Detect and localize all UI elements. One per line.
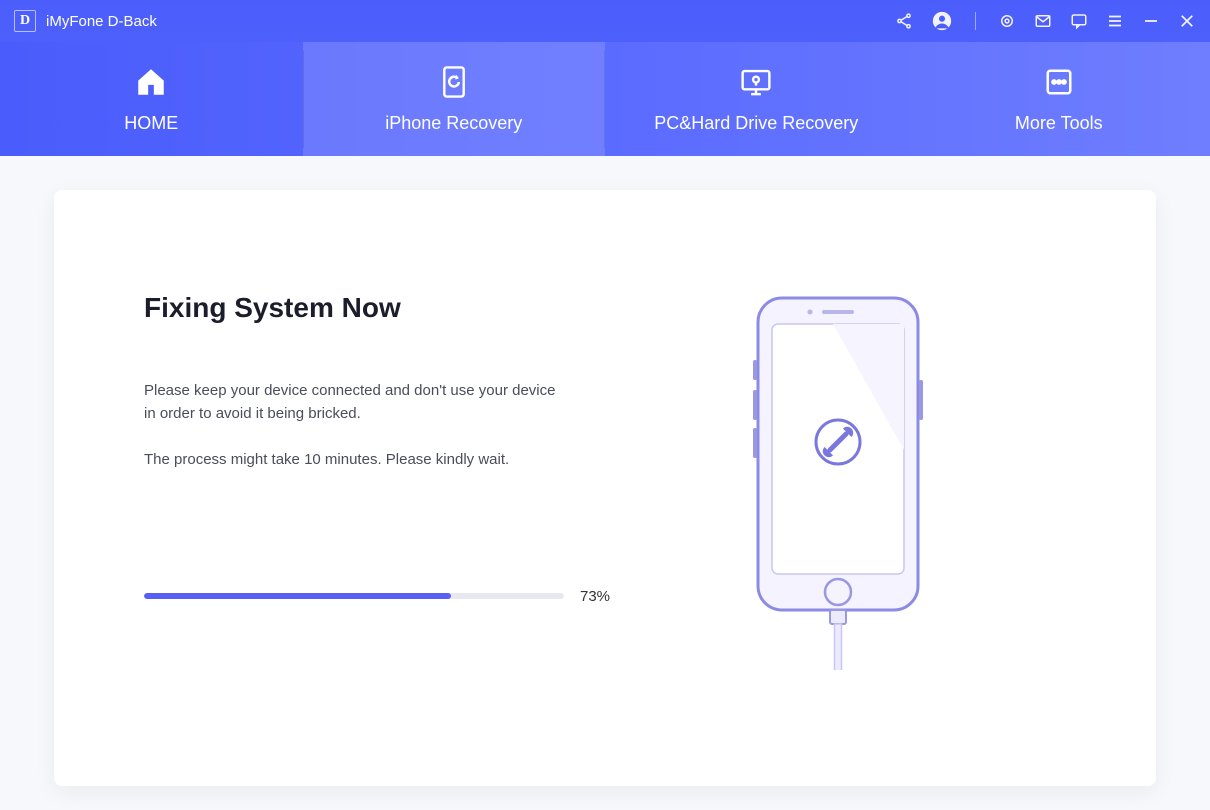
close-icon[interactable]: [1178, 12, 1196, 30]
tab-iphone-label: iPhone Recovery: [385, 113, 522, 134]
monitor-icon: [739, 65, 773, 99]
instruction-text-1: Please keep your device connected and do…: [144, 380, 564, 425]
illustration-panel: [610, 250, 1066, 726]
status-panel: Fixing System Now Please keep your devic…: [144, 250, 610, 726]
progress-bar: [144, 593, 564, 599]
main-card: Fixing System Now Please keep your devic…: [54, 190, 1156, 786]
share-icon[interactable]: [895, 12, 913, 30]
mail-icon[interactable]: [1034, 12, 1052, 30]
tab-pc-label: PC&Hard Drive Recovery: [654, 113, 858, 134]
progress-bar-fill: [144, 593, 451, 599]
minimize-icon[interactable]: [1142, 12, 1160, 30]
account-icon[interactable]: [931, 10, 953, 32]
phone-illustration: [738, 290, 938, 675]
tab-more-label: More Tools: [1015, 113, 1103, 134]
gear-icon[interactable]: [998, 12, 1016, 30]
tab-more-tools[interactable]: More Tools: [908, 42, 1210, 156]
app-window: D iMyFone D-Back: [0, 0, 1210, 810]
instruction-text-2: The process might take 10 minutes. Pleas…: [144, 449, 564, 472]
tab-iphone-recovery[interactable]: iPhone Recovery: [303, 42, 606, 156]
page-heading: Fixing System Now: [144, 292, 610, 324]
progress-row: 73%: [144, 588, 610, 605]
tab-home-label: HOME: [124, 113, 178, 134]
refresh-device-icon: [439, 65, 469, 99]
menu-icon[interactable]: [1106, 12, 1124, 30]
more-icon: [1044, 65, 1074, 99]
main-navbar: HOME iPhone Recovery PC&Hard Drive Recov…: [0, 42, 1210, 156]
titlebar: D iMyFone D-Back: [0, 0, 1210, 42]
app-title: iMyFone D-Back: [46, 13, 157, 30]
tab-home[interactable]: HOME: [0, 42, 303, 156]
home-icon: [134, 65, 168, 99]
titlebar-separator: [975, 12, 976, 30]
chat-icon[interactable]: [1070, 12, 1088, 30]
progress-percent-label: 73%: [580, 588, 610, 605]
content-area: Fixing System Now Please keep your devic…: [0, 156, 1210, 810]
app-logo: D: [14, 10, 36, 32]
titlebar-icons: [895, 10, 1196, 32]
tab-pc-recovery[interactable]: PC&Hard Drive Recovery: [605, 42, 908, 156]
